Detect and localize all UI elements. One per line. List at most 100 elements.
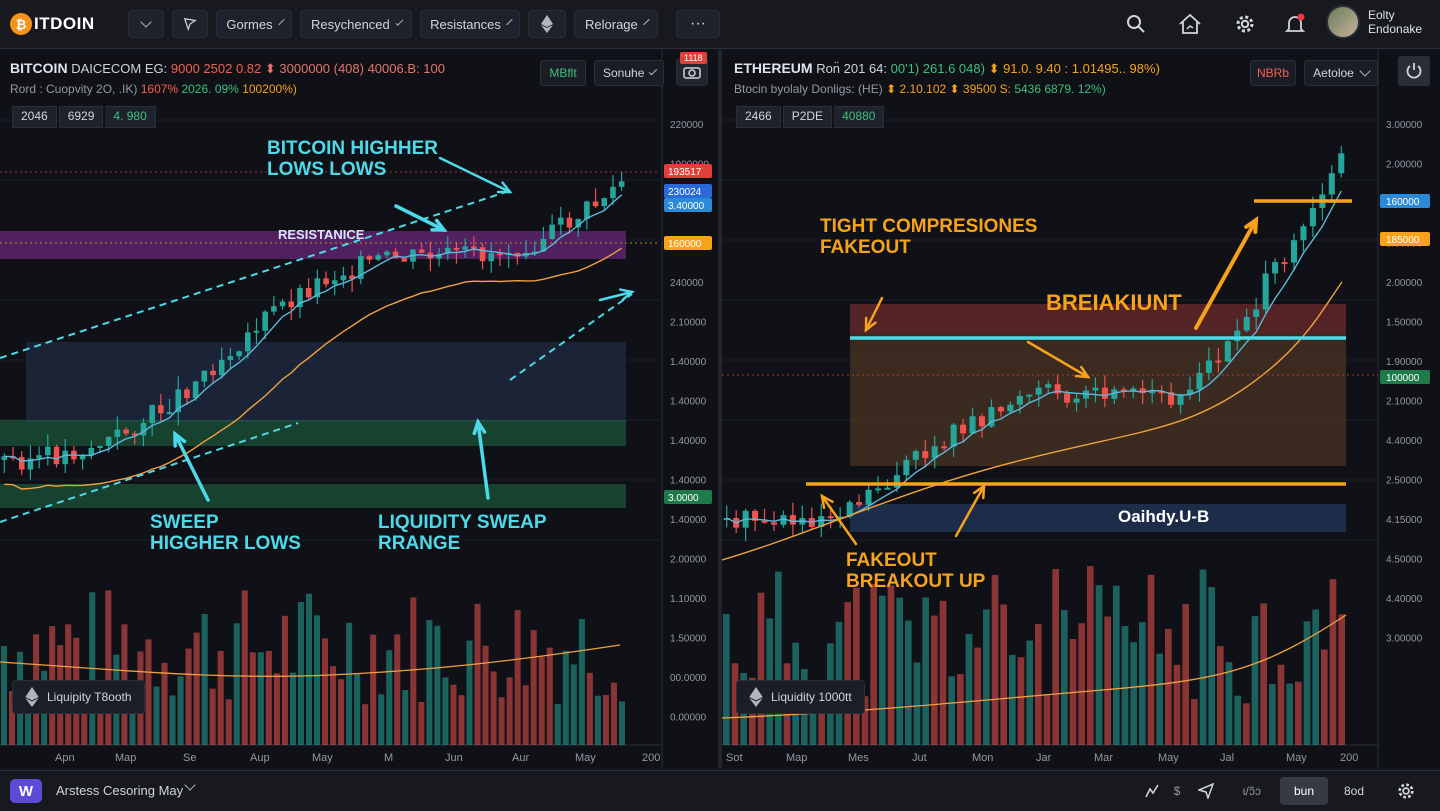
volume-bar <box>1295 681 1302 745</box>
eth-candle <box>997 407 1004 412</box>
time-axis-label: Map <box>115 752 136 764</box>
interval-button[interactable]: NBRb <box>1250 60 1296 86</box>
eth-candle <box>1300 226 1307 241</box>
menu-label: Relorage <box>585 16 638 32</box>
search-button[interactable] <box>1122 10 1150 38</box>
btc-candle <box>549 224 555 239</box>
btc-candle <box>253 330 260 333</box>
price-axis-label: 2.00000 <box>670 555 707 566</box>
volume-bar <box>578 618 585 745</box>
price-axis-label: 3.00000 <box>1386 120 1423 131</box>
workspace-dropdown[interactable] <box>184 779 196 791</box>
sub-green: 5436 6879. 12%) <box>1014 82 1106 96</box>
btc-candle <box>97 446 103 449</box>
more-button[interactable]: ··· <box>676 10 720 38</box>
price-axis-label: 220000 <box>670 120 704 131</box>
settings-button[interactable] <box>1231 10 1259 38</box>
ethereum-chart-panel[interactable]: TIGHT COMPRESIONES FAKEOUT BREIAKIUNT FAKEO… <box>722 50 1440 768</box>
volume-bar <box>1321 649 1328 745</box>
eth-candle <box>960 424 967 434</box>
time-axis-label: Mes <box>848 752 869 764</box>
value-box-1[interactable]: 2466 <box>736 106 781 128</box>
btc-candle <box>584 201 590 219</box>
value-box-2[interactable]: 6929 <box>58 106 104 128</box>
ethereum-chart-canvas[interactable]: TIGHT COMPRESIONESFAKEOUTBREIAKIUNTFAKEO… <box>722 50 1440 768</box>
volume-bar <box>879 595 886 745</box>
btc-candle <box>331 280 338 285</box>
volume-bar <box>466 640 473 745</box>
power-button[interactable] <box>1398 56 1430 86</box>
price-axis-label: 1.40000 <box>670 397 707 408</box>
volume-bar <box>185 648 192 745</box>
notifications-button[interactable] <box>1281 10 1309 38</box>
volume-bar <box>1182 604 1189 745</box>
eth-candle <box>1338 153 1345 174</box>
alerts-button[interactable] <box>1138 777 1166 805</box>
chevron-down-icon <box>506 18 513 26</box>
price-tag-label: 100000 <box>1386 373 1420 384</box>
drawing-tools-button[interactable] <box>172 10 208 38</box>
volume-bar <box>887 585 895 745</box>
volume-bar <box>1 646 8 745</box>
price-axis-label: 1.50000 <box>670 634 707 645</box>
time-axis-label: 200 <box>642 752 660 764</box>
volume-bar <box>723 614 730 745</box>
ethereum-button[interactable] <box>528 10 566 38</box>
chart-type-dropdown[interactable]: Aetoloe <box>1304 60 1378 86</box>
collapse-dropdown-button[interactable] <box>128 10 164 38</box>
interval-button[interactable]: MBflt <box>540 60 586 86</box>
workspace-title[interactable]: Arstess Cesoring May <box>56 783 183 798</box>
volume-bar <box>153 686 160 745</box>
btc-candle <box>366 256 373 260</box>
time-axis-label: May <box>575 752 596 764</box>
annotation-sweep: HIGGHER LOWS <box>150 533 301 554</box>
value-box-2[interactable]: P2DE <box>782 106 833 128</box>
notification-badge: 1118 <box>680 52 707 64</box>
volume-bar <box>554 703 561 745</box>
app-logo[interactable]: ₿ ITDOIN <box>10 8 95 40</box>
volume-bar <box>514 610 521 745</box>
menu-relorage[interactable]: Relorage <box>574 10 658 38</box>
home-chart-button[interactable] <box>1176 10 1204 38</box>
menu-resychenced[interactable]: Resychenced <box>300 10 412 38</box>
range-button-3[interactable]: 8od <box>1332 777 1376 805</box>
btc-candle <box>323 278 329 285</box>
eth-candle <box>1290 240 1298 263</box>
btc-candle <box>462 246 468 250</box>
currency-button[interactable]: $ <box>1170 777 1184 805</box>
user-name-line2: Endonake <box>1368 22 1423 36</box>
btc-candle <box>453 247 460 250</box>
time-axis-label: Mar <box>1094 752 1113 764</box>
range-button-1[interactable]: ɩ/ɔ̃ɔ <box>1230 777 1274 805</box>
user-profile[interactable]: Eolty Endonake <box>1326 5 1422 39</box>
annotation-fakeout: BREAKOUT UP <box>846 571 986 592</box>
liquidity-legend[interactable]: Liquidity 1000tt <box>736 680 865 714</box>
eth-candle <box>893 475 900 488</box>
liquidity-legend[interactable]: Liquipity T8ooth <box>12 680 145 714</box>
btc-candle <box>592 201 599 207</box>
eth-candle <box>1073 398 1080 403</box>
price-axis-label: 2.10000 <box>1386 397 1423 408</box>
bitcoin-chart-canvas[interactable]: BITCOIN HIGHHERLOWS LOWS RESISTANICE SWEEP… <box>0 50 718 768</box>
volume-bar <box>1286 683 1293 745</box>
sweep-zone-lower <box>0 484 626 508</box>
value-box-1[interactable]: 2046 <box>12 106 57 128</box>
annotation-fakeout: FAKEOUT <box>846 550 937 571</box>
range-button-2[interactable]: bun <box>1280 777 1328 805</box>
settings-button[interactable] <box>1392 777 1420 805</box>
workspace-badge[interactable]: W <box>10 779 42 803</box>
bitcoin-chart-panel[interactable]: BITCOIN HIGHHER LOWS LOWS RESISTANICE SWEEP… <box>0 50 718 768</box>
menu-gormes[interactable]: Gormes <box>216 10 292 38</box>
volume-bar <box>1234 695 1241 745</box>
menu-label: Resychenced <box>311 16 390 32</box>
btc-candle <box>418 249 425 253</box>
menu-resistances[interactable]: Resistances <box>420 10 520 38</box>
btc-candle <box>123 429 129 434</box>
time-axis-label: M <box>384 752 393 764</box>
send-button[interactable] <box>1192 777 1220 805</box>
eth-candle <box>1026 394 1033 397</box>
chart-type-dropdown[interactable]: Sonuhe <box>594 60 664 86</box>
eth-candle <box>1262 273 1269 310</box>
header-values-red: 9000 2502 0.82 <box>170 61 262 76</box>
volume-bar <box>1225 662 1233 745</box>
